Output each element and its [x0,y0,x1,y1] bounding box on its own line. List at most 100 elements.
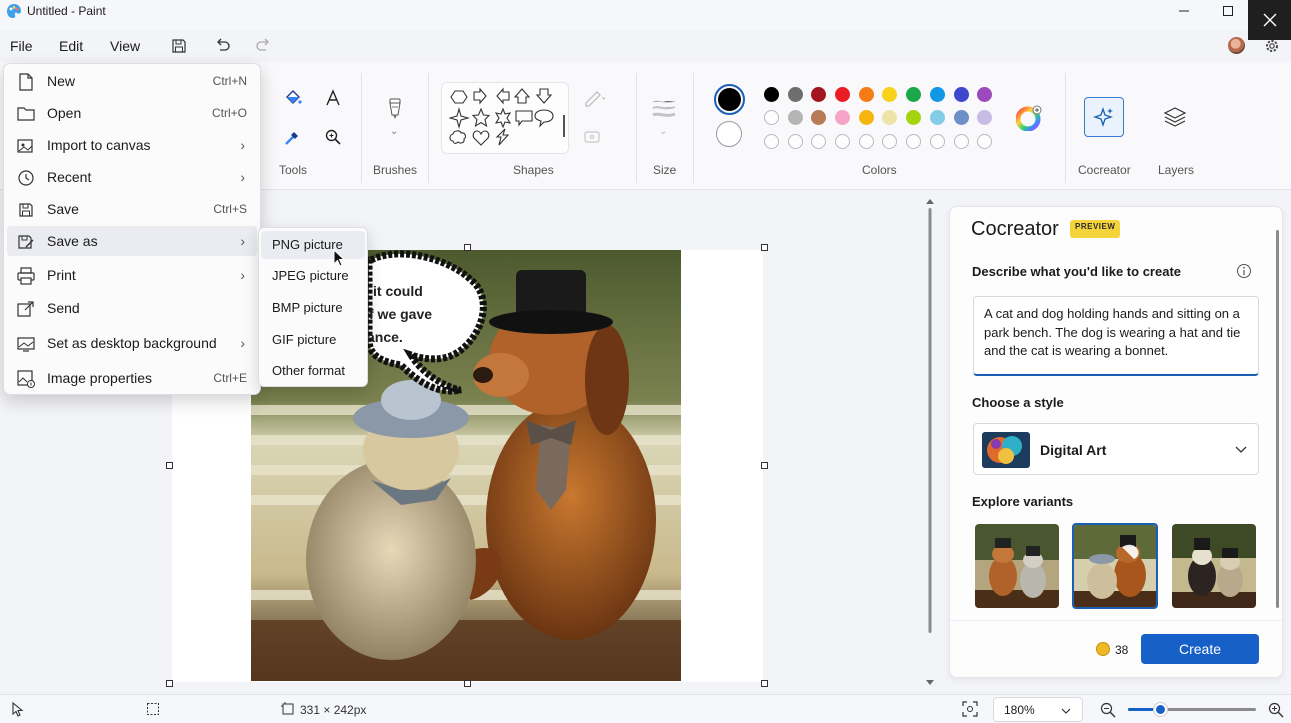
save-as-other-format[interactable]: Other format [261,357,365,385]
color-swatch[interactable] [787,134,803,149]
text-tool[interactable] [320,85,346,111]
view-menu-button[interactable]: View [106,36,144,58]
color-swatch[interactable] [764,110,779,125]
menu-item-recent[interactable]: Recent › [7,162,257,192]
edit-menu-button[interactable]: Edit [55,36,87,58]
color-swatch[interactable] [811,110,827,125]
save-as-bmp[interactable]: BMP picture [261,294,365,322]
menu-item-new[interactable]: New Ctrl+N [7,66,257,96]
save-as-icon [17,233,35,251]
color-swatch[interactable] [953,87,969,102]
minimize-button[interactable] [1162,0,1206,22]
resize-handle-left[interactable] [166,462,173,469]
color-swatch[interactable] [858,110,874,125]
brushes-button[interactable] [382,96,408,122]
resize-handle-bottom-left[interactable] [166,680,173,687]
save-as-png[interactable]: PNG picture [261,231,365,259]
panel-footer-divider [950,620,1282,621]
zoom-dropdown[interactable]: 180% [993,697,1083,722]
describe-label: Describe what you'd like to create [972,264,1181,279]
variant-thumbnail-3[interactable] [1172,524,1256,608]
resize-handle-top[interactable] [464,244,471,251]
color-swatch[interactable] [929,87,945,102]
color-swatch[interactable] [977,134,993,149]
brushes-chevron-icon[interactable]: ⌄ [390,126,398,137]
fill-tool[interactable] [280,85,306,111]
menu-item-open[interactable]: Open Ctrl+O [7,98,257,128]
resize-handle-right[interactable] [761,462,768,469]
save-as-jpeg[interactable]: JPEG picture [261,262,365,290]
shape-fill-button[interactable] [581,124,607,150]
size-chevron-icon[interactable]: ⌄ [659,126,667,137]
color-swatch[interactable] [858,87,874,102]
account-avatar[interactable] [1228,37,1245,54]
size-button[interactable] [651,96,677,122]
create-button[interactable]: Create [1141,634,1259,664]
color-swatch[interactable] [977,110,993,125]
color-swatch[interactable] [953,110,969,125]
color-swatch[interactable] [835,110,851,125]
menu-item-save[interactable]: Save Ctrl+S [7,194,257,224]
resize-handle-bottom-right[interactable] [761,680,768,687]
color-swatch[interactable] [977,87,993,102]
shapes-scroll-indicator[interactable] [563,115,565,137]
canvas-vertical-scrollbar[interactable] [925,196,935,688]
color-swatch[interactable] [882,87,898,102]
resize-handle-top-right[interactable] [761,244,768,251]
zoom-in-button[interactable] [1267,701,1285,719]
shape-outline-button[interactable] [581,85,607,111]
undo-button[interactable] [210,33,236,59]
color-swatch[interactable] [929,110,945,125]
save-as-gif[interactable]: GIF picture [261,326,365,354]
color-swatch[interactable] [787,87,803,102]
color-swatch[interactable] [858,134,874,149]
magnifier-tool[interactable] [320,124,346,150]
style-dropdown[interactable]: Digital Art [973,423,1259,475]
color-swatch[interactable] [764,134,779,149]
info-button[interactable] [1236,263,1252,279]
cocreator-button[interactable] [1084,97,1124,137]
color-swatch[interactable] [811,134,827,149]
maximize-button[interactable] [1206,0,1250,22]
layers-button[interactable] [1162,104,1188,130]
zoom-out-button[interactable] [1099,701,1117,719]
primary-color[interactable] [714,84,745,115]
color-swatch[interactable] [906,87,922,102]
prompt-textarea[interactable]: A cat and dog holding hands and sitting … [973,296,1259,376]
color-swatch[interactable] [835,134,851,149]
submenu-item-label: Other format [272,363,345,378]
shapes-grid[interactable] [449,87,559,149]
menu-item-set-as-desktop-background[interactable]: Set as desktop background › [7,328,257,358]
color-swatch[interactable] [906,110,922,125]
color-swatch[interactable] [953,134,969,149]
menu-item-print[interactable]: Print › [7,260,257,290]
redo-button[interactable] [250,33,276,59]
edit-colors-button[interactable] [1016,105,1042,131]
fit-to-window-button[interactable] [961,700,979,718]
menu-item-save-as[interactable]: Save as › [7,226,257,256]
color-swatch[interactable] [764,87,779,102]
resize-handle-bottom[interactable] [464,680,471,687]
variant-thumbnail-1[interactable] [975,524,1059,608]
menu-item-import-to-canvas[interactable]: Import to canvas › [7,130,257,160]
color-swatch[interactable] [882,134,898,149]
save-quick-button[interactable] [166,33,192,59]
color-swatch[interactable] [906,134,922,149]
secondary-color[interactable] [716,121,742,147]
close-button[interactable] [1248,0,1291,40]
five-point-star-shape-icon [471,107,491,128]
panel-scrollbar[interactable] [1276,230,1279,608]
menu-item-image-properties[interactable]: Image properties Ctrl+E [7,363,257,393]
file-menu-button[interactable]: File [6,36,37,58]
primary-color-swatch [718,88,741,111]
color-swatch[interactable] [787,110,803,125]
settings-button[interactable] [1264,38,1280,54]
color-swatch[interactable] [882,110,898,125]
color-swatch[interactable] [835,87,851,102]
color-picker-tool[interactable] [280,124,306,150]
color-swatch[interactable] [929,134,945,149]
variant-thumbnail-2-selected[interactable] [1072,523,1158,609]
color-swatch[interactable] [811,87,827,102]
menu-item-send[interactable]: Send [7,293,257,323]
zoom-slider-thumb[interactable] [1154,703,1167,716]
